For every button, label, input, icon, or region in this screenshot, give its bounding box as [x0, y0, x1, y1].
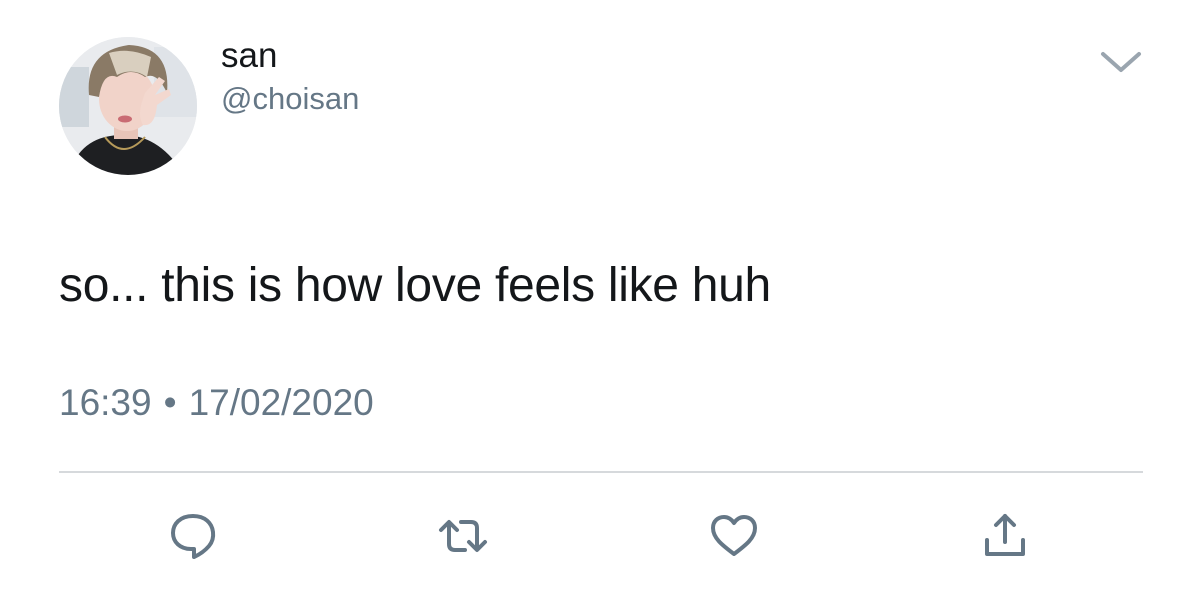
tweet-time: 16:39	[59, 382, 152, 423]
separator-dot: •	[163, 382, 177, 423]
tweet-date: 17/02/2020	[188, 382, 374, 423]
tweet-card: san @choisan so... this is how love feel…	[0, 0, 1200, 595]
reply-button[interactable]	[167, 510, 219, 562]
like-button[interactable]	[708, 510, 760, 562]
heart-icon	[708, 510, 760, 562]
divider	[59, 471, 1143, 473]
avatar[interactable]	[59, 37, 197, 175]
retweet-icon	[437, 510, 489, 562]
retweet-button[interactable]	[437, 510, 489, 562]
speech-bubble-icon	[167, 510, 219, 562]
share-button[interactable]	[979, 510, 1031, 562]
user-handle[interactable]: @choisan	[221, 80, 359, 118]
display-name[interactable]: san	[221, 36, 277, 76]
tweet-text: so... this is how love feels like huh	[59, 259, 771, 312]
share-icon	[979, 510, 1031, 562]
chevron-down-icon[interactable]	[1098, 46, 1144, 76]
tweet-timestamp[interactable]: 16:39 • 17/02/2020	[59, 380, 374, 426]
